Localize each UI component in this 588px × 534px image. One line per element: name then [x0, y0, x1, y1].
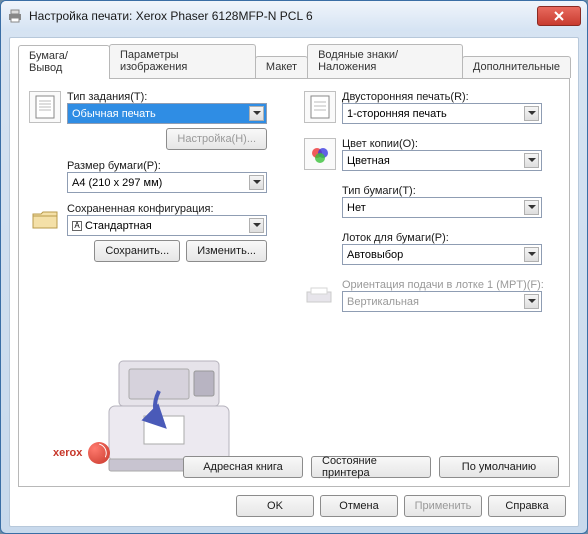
tab-strip: Бумага/Вывод Параметры изображения Макет…: [18, 44, 570, 79]
saved-config-combo[interactable]: A Стандартная: [67, 215, 267, 236]
printer-icon: [7, 8, 23, 24]
chevron-down-icon: [524, 153, 539, 168]
color-combo[interactable]: Цветная: [342, 150, 542, 171]
tab-layout[interactable]: Макет: [255, 56, 308, 78]
chevron-down-icon: [249, 218, 264, 233]
printer-status-button[interactable]: Состояние принтера: [311, 456, 431, 478]
duplex-label: Двусторонняя печать(R):: [342, 91, 559, 103]
color-icon: [304, 138, 336, 170]
orientation-value: Вертикальная: [347, 296, 419, 308]
right-column: Двусторонняя печать(R): 1-сторонняя печа…: [304, 91, 559, 326]
chevron-down-icon: [524, 200, 539, 215]
tray-feed-icon: [304, 279, 336, 311]
cancel-button[interactable]: Отмена: [320, 495, 398, 517]
job-type-combo[interactable]: Обычная печать: [67, 103, 267, 124]
chevron-down-icon: [249, 175, 264, 190]
chevron-down-icon: [249, 106, 264, 121]
setup-button: Настройка(Н)...: [166, 128, 267, 150]
tab-advanced[interactable]: Дополнительные: [462, 56, 571, 78]
saved-config-prefix: A: [72, 221, 82, 231]
duplex-icon: [304, 91, 336, 123]
address-book-button[interactable]: Адресная книга: [183, 456, 303, 478]
tray-combo[interactable]: Автовыбор: [342, 244, 542, 265]
close-button[interactable]: [537, 6, 581, 26]
tab-image-options[interactable]: Параметры изображения: [109, 44, 256, 78]
edit-button[interactable]: Изменить...: [186, 240, 267, 262]
paper-size-label: Размер бумаги(Р):: [67, 160, 284, 172]
document-icon: [29, 91, 61, 123]
paper-size-combo[interactable]: A4 (210 x 297 мм): [67, 172, 267, 193]
bottom-button-row: Адресная книга Состояние принтера По умо…: [183, 456, 559, 478]
help-button[interactable]: Справка: [488, 495, 566, 517]
defaults-button[interactable]: По умолчанию: [439, 456, 559, 478]
paper-type-combo[interactable]: Нет: [342, 197, 542, 218]
orientation-label: Ориентация подачи в лотке 1 (MPT)(F):: [342, 279, 559, 291]
tab-watermarks[interactable]: Водяные знаки/Наложения: [307, 44, 463, 78]
window-frame: Настройка печати: Xerox Phaser 6128MFP-N…: [0, 0, 588, 534]
window-title: Настройка печати: Xerox Phaser 6128MFP-N…: [29, 9, 537, 23]
chevron-down-icon: [524, 247, 539, 262]
xerox-logo: xerox: [53, 442, 110, 464]
tab-paper-output[interactable]: Бумага/Вывод: [18, 45, 110, 79]
xerox-ball-icon: [88, 442, 110, 464]
saved-config-label: Сохраненная конфигурация:: [67, 203, 284, 215]
chevron-down-icon: [524, 294, 539, 309]
paper-size-value: A4 (210 x 297 мм): [72, 177, 162, 189]
ok-button[interactable]: OK: [236, 495, 314, 517]
orientation-combo: Вертикальная: [342, 291, 542, 312]
paper-type-value: Нет: [347, 202, 366, 214]
save-button[interactable]: Сохранить...: [94, 240, 180, 262]
job-type-value: Обычная печать: [72, 108, 156, 120]
color-value: Цветная: [347, 155, 390, 167]
titlebar[interactable]: Настройка печати: Xerox Phaser 6128MFP-N…: [1, 1, 587, 31]
chevron-down-icon: [524, 106, 539, 121]
tray-label: Лоток для бумаги(Р):: [342, 232, 559, 244]
dialog-footer: OK Отмена Применить Справка: [18, 487, 570, 517]
duplex-combo[interactable]: 1-сторонняя печать: [342, 103, 542, 124]
xerox-logo-text: xerox: [53, 447, 82, 459]
saved-config-value: Стандартная: [85, 220, 152, 232]
tray-value: Автовыбор: [347, 249, 403, 261]
apply-button: Применить: [404, 495, 482, 517]
client-area: Бумага/Вывод Параметры изображения Макет…: [9, 37, 579, 527]
color-label: Цвет копии(О):: [342, 138, 559, 150]
tab-body: Тип задания(Т): Обычная печать Настройка…: [18, 79, 570, 487]
left-column: Тип задания(Т): Обычная печать Настройка…: [29, 91, 284, 326]
duplex-value: 1-сторонняя печать: [347, 108, 447, 120]
job-type-label: Тип задания(Т):: [67, 91, 284, 103]
folder-icon: [29, 203, 61, 235]
paper-type-label: Тип бумаги(Т):: [342, 185, 559, 197]
